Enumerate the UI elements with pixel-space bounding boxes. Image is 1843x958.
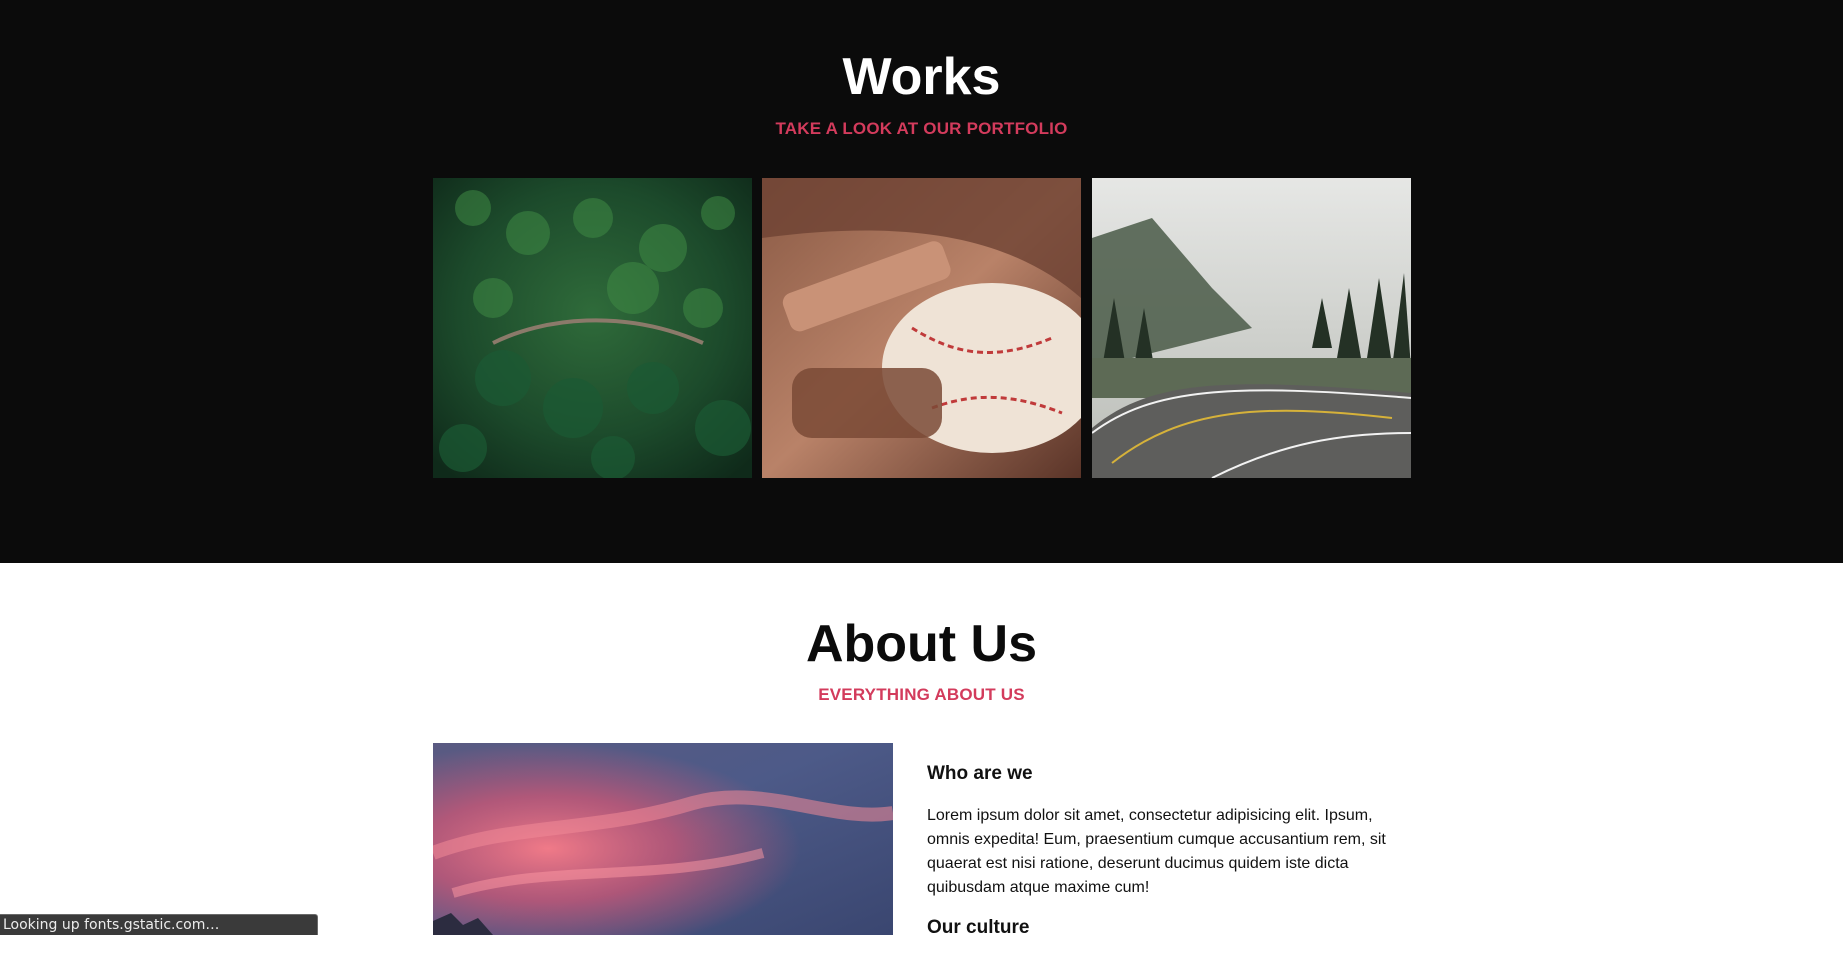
about-text-block: Who are we Lorem ipsum dolor sit amet, c… [927,760,1397,958]
browser-status-bar: Looking up fonts.gstatic.com… [0,914,318,935]
portfolio-image-forest[interactable] [433,178,752,478]
works-title: Works [842,48,1001,106]
portfolio-image-baseball[interactable] [762,178,1081,478]
about-title: About Us [805,615,1038,673]
who-are-we-text: Lorem ipsum dolor sit amet, consectetur … [927,807,1386,896]
portfolio-image-road[interactable] [1092,178,1411,478]
who-are-we-heading: Who are we [927,763,1033,784]
about-image-sunset [433,743,893,935]
about-subtitle: EVERYTHING ABOUT US [818,685,1025,704]
works-subtitle: TAKE A LOOK AT OUR PORTFOLIO [775,119,1068,138]
our-culture-heading: Our culture [927,917,1030,938]
works-section: Works TAKE A LOOK AT OUR PORTFOLIO [0,0,1843,563]
portfolio-gallery [433,178,1412,478]
